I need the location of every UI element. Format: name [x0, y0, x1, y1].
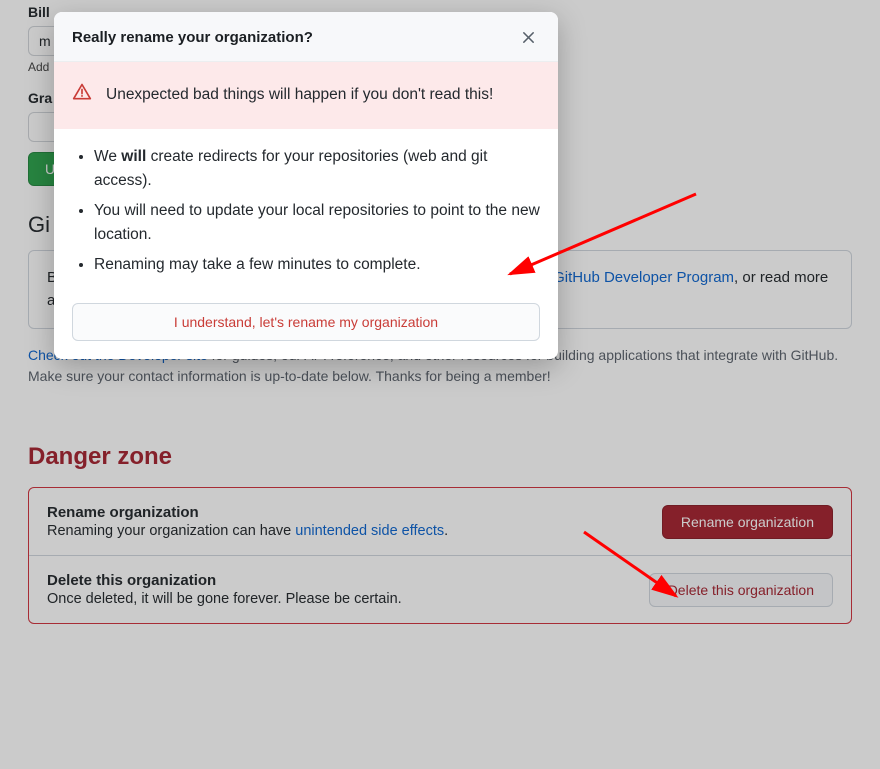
confirm-rename-button[interactable]: I understand, let's rename my organizati… [72, 303, 540, 341]
li1-post: create redirects for your repositories (… [94, 148, 487, 189]
li1-pre: We [94, 148, 121, 165]
modal-warning-text: Unexpected bad things will happen if you… [106, 86, 493, 104]
modal-close-button[interactable] [517, 26, 540, 49]
modal-warning-banner: Unexpected bad things will happen if you… [54, 62, 558, 129]
rename-confirmation-modal: Really rename your organization? Unexpec… [54, 12, 558, 359]
modal-title: Really rename your organization? [72, 29, 517, 46]
modal-bullet-2: You will need to update your local repos… [94, 199, 540, 247]
li1-bold: will [121, 148, 146, 165]
modal-bullet-1: We will create redirects for your reposi… [94, 145, 540, 193]
modal-bullet-3: Renaming may take a few minutes to compl… [94, 253, 540, 277]
alert-triangle-icon [72, 82, 92, 107]
close-icon [521, 30, 536, 45]
modal-body: We will create redirects for your reposi… [54, 129, 558, 277]
